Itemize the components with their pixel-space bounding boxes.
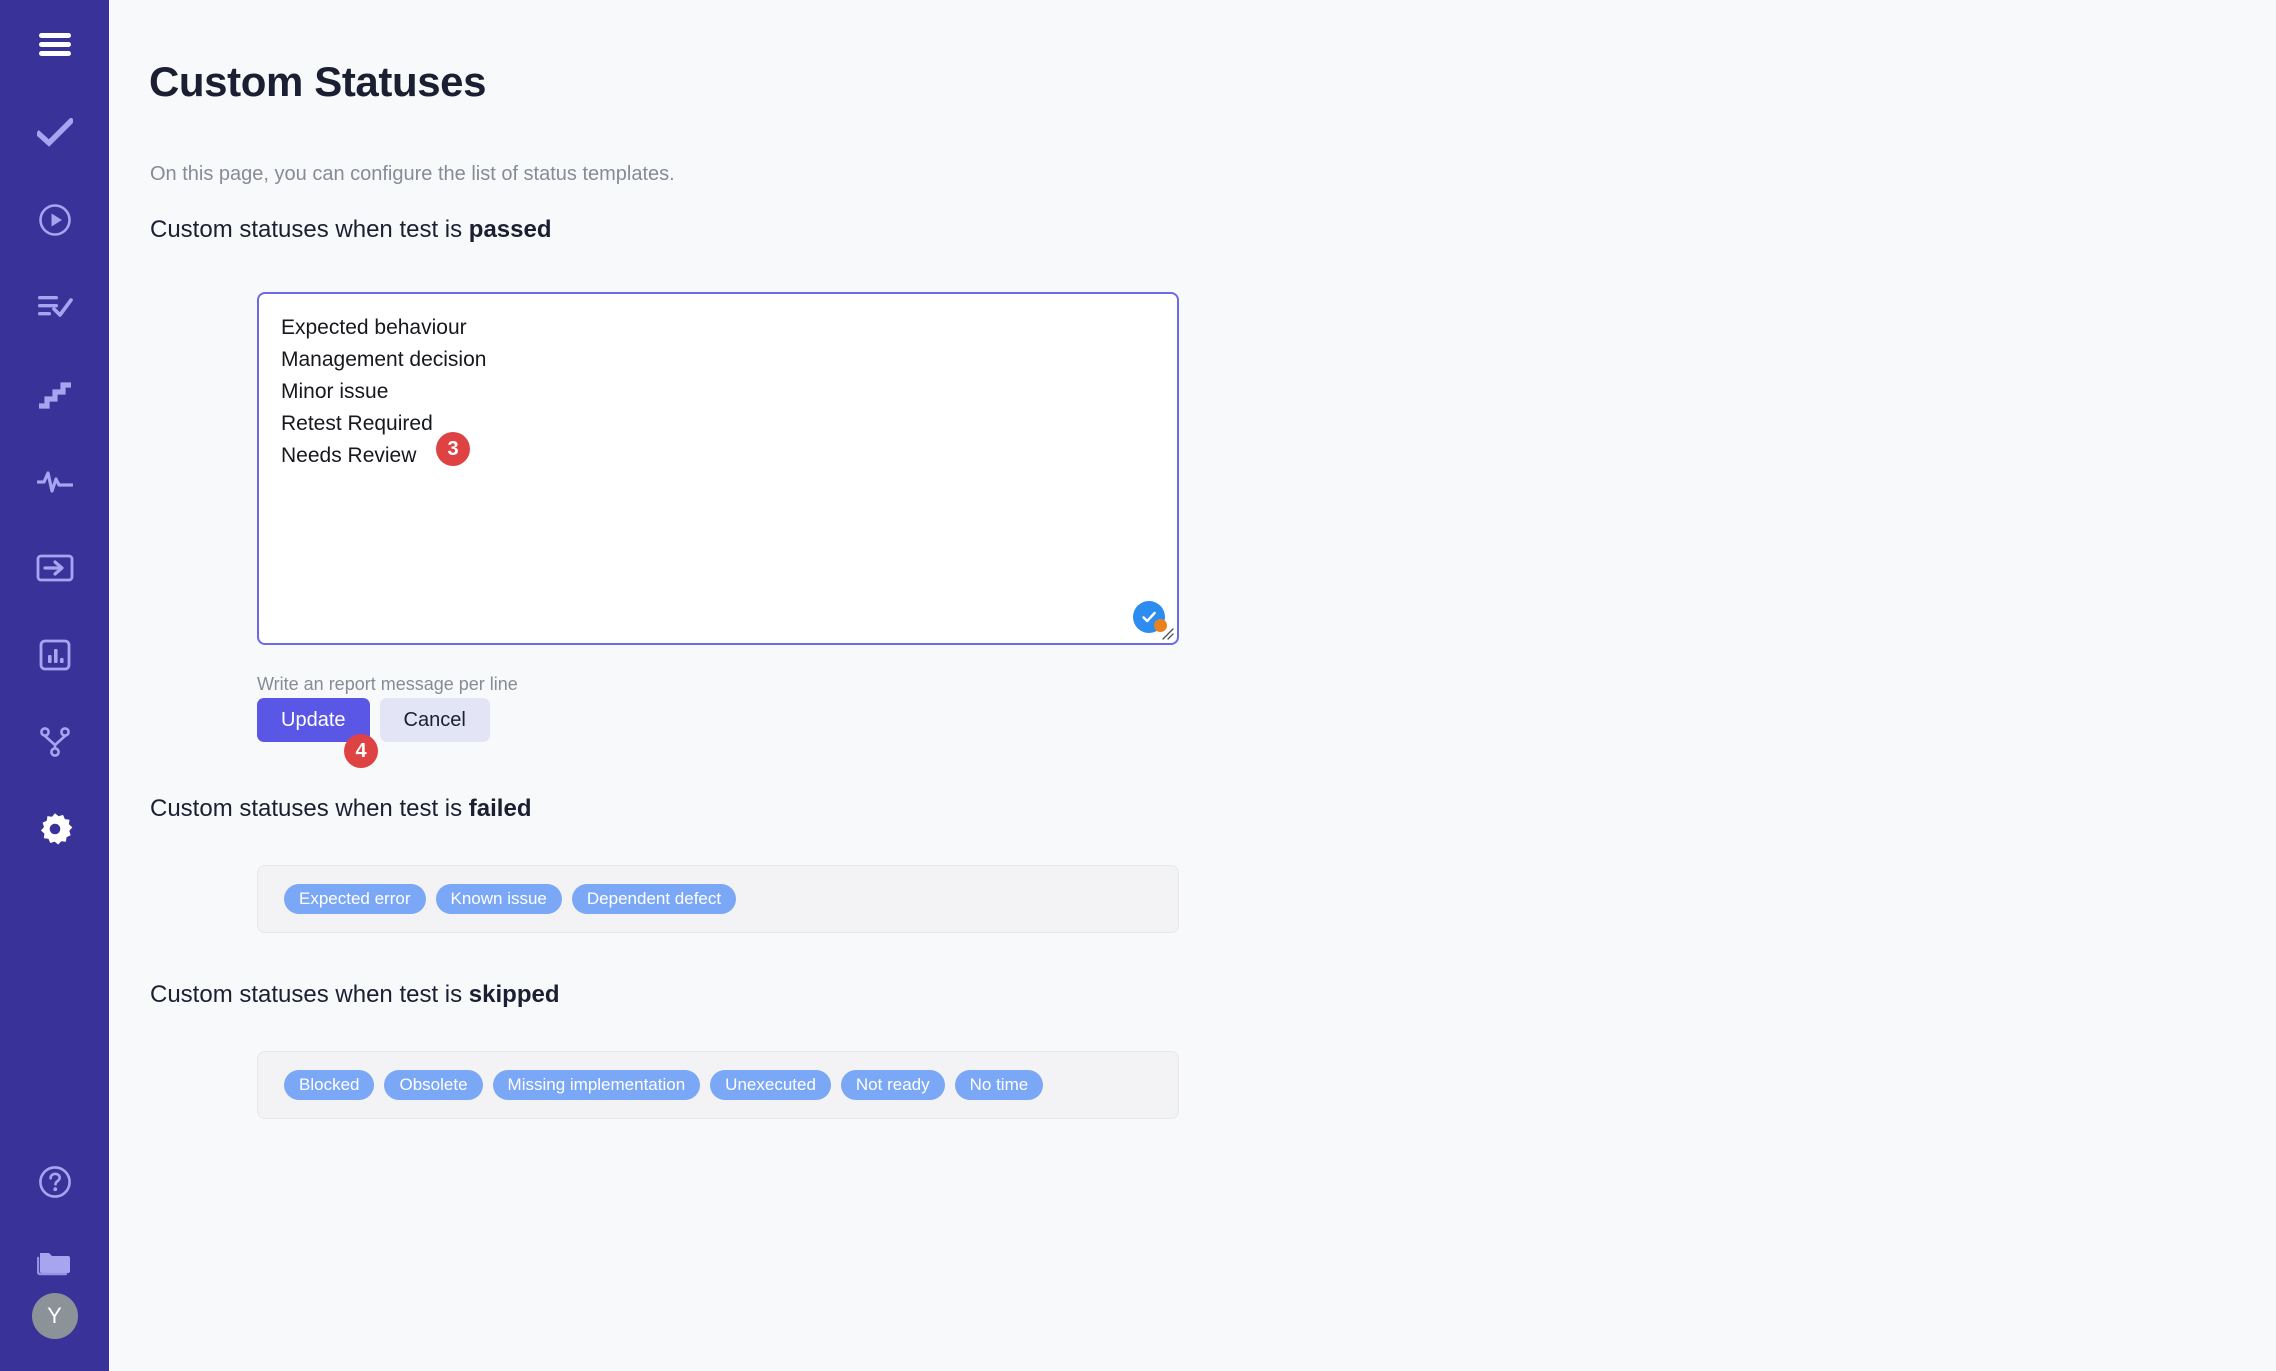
passed-section-actions: Update Cancel [257,698,490,742]
section-heading-failed-emphasis: failed [468,795,532,822]
page-subtitle: On this page, you can configure the list… [150,163,675,185]
blue-check-circle-icon[interactable] [1133,601,1167,633]
section-heading-passed: Custom statuses when test is passed [150,216,552,244]
assistant-status-dot [1154,619,1167,632]
section-heading-passed-emphasis: passed [468,216,552,243]
sidebar-item-reports[interactable] [24,624,86,686]
avatar-initial: Y [47,1303,62,1328]
status-chip[interactable]: Expected error [284,884,426,914]
bar-chart-icon [39,639,71,671]
list-check-icon [37,293,73,321]
skipped-statuses-container: Blocked Obsolete Missing implementation Une… [257,1051,1179,1119]
app-root: Y Custom Statuses On this page, you can … [0,0,2276,1371]
git-merge-icon [39,726,71,758]
sidebar-item-milestones[interactable] [24,363,86,425]
status-chip[interactable]: Unexecuted [710,1070,831,1100]
passed-statuses-textarea[interactable] [257,292,1179,645]
status-chip[interactable]: Blocked [284,1070,375,1100]
section-heading-skipped-prefix: Custom statuses when test is [150,981,469,1008]
page-title: Custom Statuses [149,58,487,106]
textarea-hint: Write an report message per line [257,674,518,694]
hamburger-icon [38,31,72,59]
step-marker-3: 3 [436,432,470,466]
folders-icon [36,1246,73,1278]
status-chip[interactable]: Not ready [840,1070,945,1100]
check-icon [36,118,73,148]
status-chip[interactable]: No time [954,1070,1044,1100]
status-chip[interactable]: Dependent defect [571,884,737,914]
sidebar-item-menu-toggle[interactable] [24,14,86,76]
section-heading-skipped-emphasis: skipped [468,981,560,1008]
section-heading-failed-prefix: Custom statuses when test is [150,795,469,822]
play-circle-icon [38,203,72,237]
sidebar-item-projects[interactable] [24,1231,86,1293]
pulse-icon [36,468,73,494]
sidebar-item-help[interactable] [24,1151,86,1213]
sidebar-item-activity[interactable] [24,450,86,512]
import-box-icon [36,554,74,582]
sidebar-item-tests-check[interactable] [24,102,86,164]
section-heading-passed-prefix: Custom statuses when test is [150,216,469,243]
sidebar-item-integrations[interactable] [24,711,86,773]
status-chip[interactable]: Obsolete [384,1070,483,1100]
status-chip[interactable]: Known issue [435,884,562,914]
stairs-icon [38,379,72,409]
passed-statuses-textarea-wrapper [257,292,1179,645]
sidebar-item-launches[interactable] [24,189,86,251]
section-heading-skipped: Custom statuses when test is skipped [150,981,560,1009]
main-content: Custom Statuses On this page, you can co… [109,0,2276,1371]
main-sidebar: Y [0,0,109,1371]
step-marker-4: 4 [344,734,378,768]
gear-icon [37,811,73,847]
cancel-button[interactable]: Cancel [379,698,490,742]
sidebar-item-settings[interactable] [24,798,86,860]
sidebar-item-import[interactable] [24,537,86,599]
status-chip[interactable]: Missing implementation [492,1070,701,1100]
user-avatar[interactable]: Y [31,1293,78,1339]
section-heading-failed: Custom statuses when test is failed [150,795,531,823]
sidebar-item-test-plans[interactable] [24,276,86,338]
question-circle-icon [38,1165,72,1199]
failed-statuses-container: Expected error Known issue Dependent defec… [257,865,1179,933]
